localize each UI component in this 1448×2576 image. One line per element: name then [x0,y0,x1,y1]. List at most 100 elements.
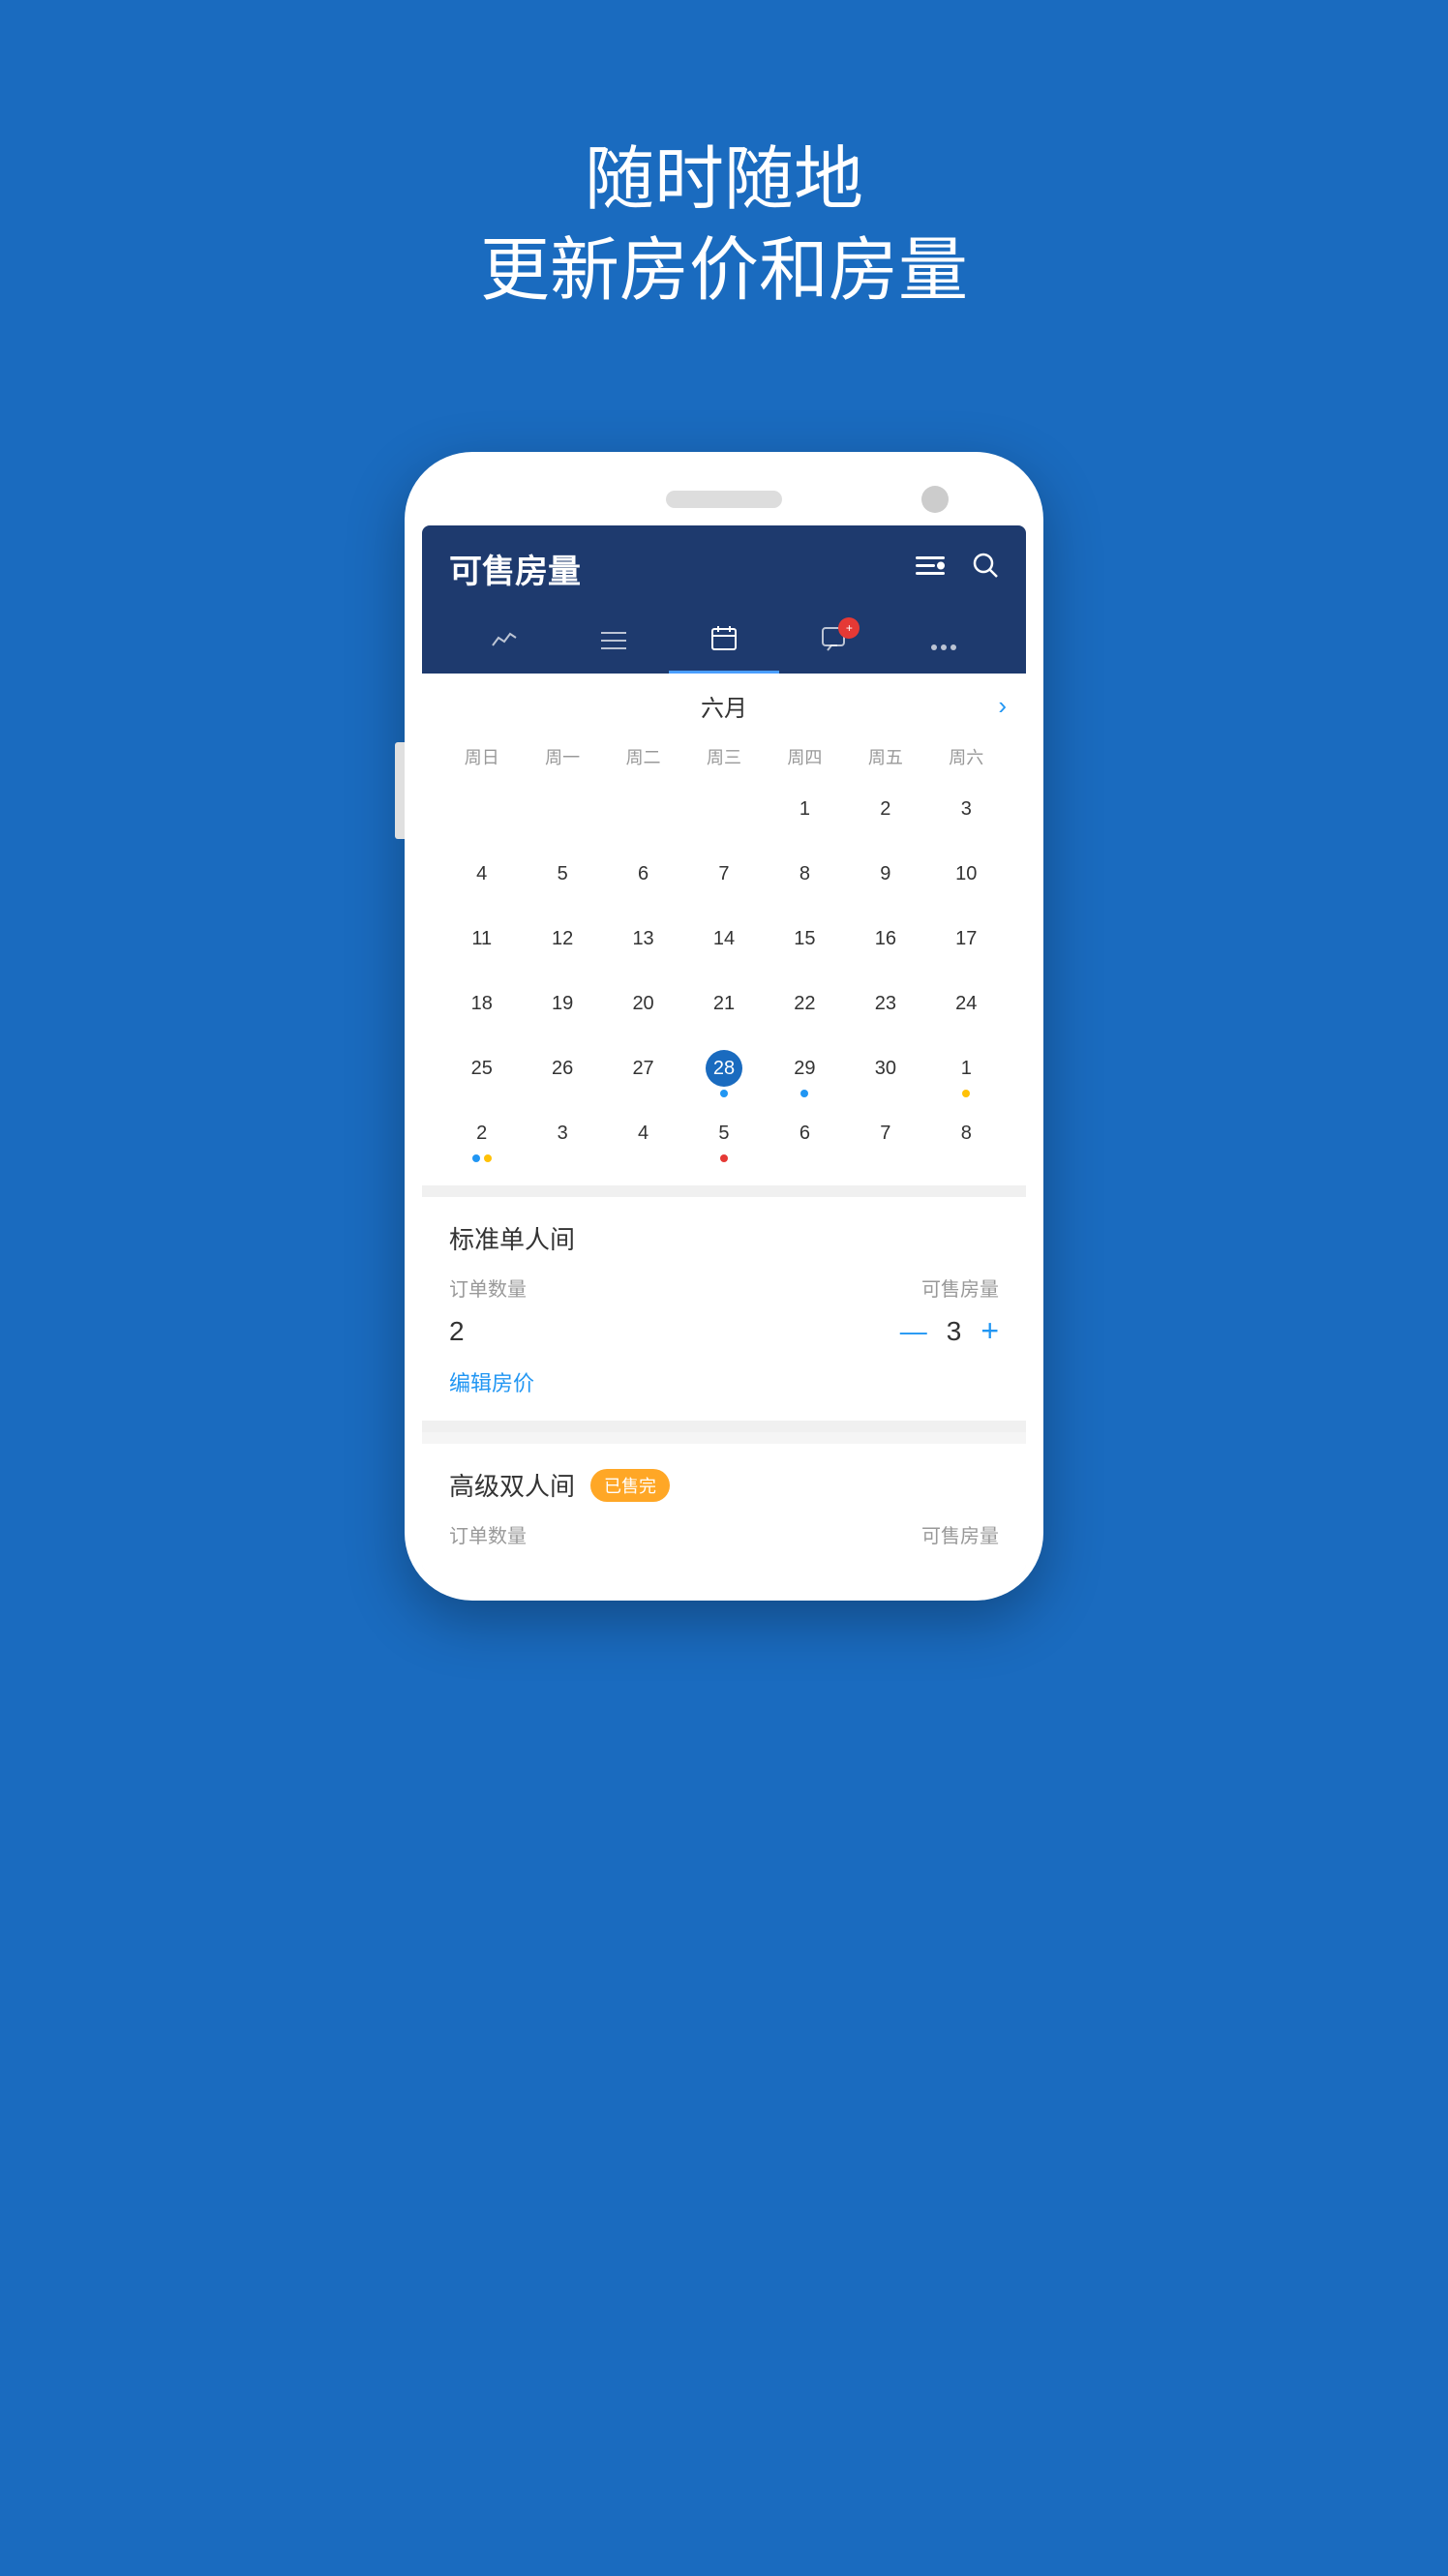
day-cell-28-today[interactable]: 28 [683,1044,764,1105]
tab-chat[interactable]: + [779,614,890,673]
chat-badge: + [838,617,860,639]
day-cell-9[interactable]: 9 [845,850,925,911]
phone-side-button [395,742,405,839]
weekday-thu: 周四 [765,738,845,775]
day-cell[interactable] [522,785,602,846]
hero-section: 随时随地 更新房价和房量 [480,135,968,316]
available-value-1: 3 [947,1316,962,1347]
day-cell-19[interactable]: 19 [522,979,602,1040]
day-cell-1[interactable]: 1 [765,785,845,846]
app-header: 可售房量 [422,525,1026,674]
room-name-2: 高级双人间 [449,1467,575,1503]
increase-button-1[interactable]: + [980,1313,999,1349]
day-cell-27[interactable]: 27 [603,1044,683,1105]
orders-value-1: 2 [449,1316,465,1347]
available-controls-1: 可售房量 [921,1273,999,1302]
day-cell-11[interactable]: 11 [441,914,522,975]
day-cell-next-4[interactable]: 4 [603,1109,683,1170]
room-header-2: 高级双人间 已售完 [449,1467,999,1503]
sold-out-badge: 已售完 [590,1469,670,1502]
day-cell-22[interactable]: 22 [765,979,845,1040]
weekday-sun: 周日 [441,738,522,775]
day-cell-next-1[interactable]: 1 [926,1044,1007,1105]
tab-list[interactable] [559,614,670,672]
decrease-button-1[interactable]: — [900,1316,927,1347]
day-cell-25[interactable]: 25 [441,1044,522,1105]
phone-mockup: 可售房量 [405,452,1043,1601]
header-icons [916,552,999,586]
edit-price-link-1[interactable]: 编辑房价 [449,1366,534,1397]
day-cell-6[interactable]: 6 [603,850,683,911]
day-cell-8[interactable]: 8 [765,850,845,911]
section-divider [422,1185,1026,1197]
room-section-1: 标准单人间 订单数量 可售房量 2 — 3 + 编辑房价 [422,1197,1026,1421]
calendar-month: 六月 [701,689,747,723]
day-cell-29[interactable]: 29 [765,1044,845,1105]
day-cell-next-6[interactable]: 6 [765,1109,845,1170]
weekday-tue: 周二 [603,738,683,775]
available-label-2: 可售房量 [921,1520,999,1548]
day-cell-30[interactable]: 30 [845,1044,925,1105]
day-cell-next-2[interactable]: 2 [441,1109,522,1170]
day-cell-next-3[interactable]: 3 [522,1109,602,1170]
phone-camera [921,486,949,513]
day-cell[interactable] [603,785,683,846]
hero-line2: 更新房价和房量 [480,226,968,317]
orders-label-1: 订单数量 [449,1273,527,1302]
day-cell-10[interactable]: 10 [926,850,1007,911]
quantity-controls-1: — 3 + [900,1313,999,1349]
app-screen: 可售房量 [422,525,1026,1572]
app-header-top: 可售房量 [449,545,999,592]
day-cell-14[interactable]: 14 [683,914,764,975]
day-cell-26[interactable]: 26 [522,1044,602,1105]
tab-bar: + [449,612,999,674]
search-icon[interactable] [972,552,999,586]
room-stats-2: 订单数量 可售房量 [449,1520,999,1548]
weekday-mon: 周一 [522,738,602,775]
calendar-section: 六月 › 周日 周一 周二 周三 周四 周五 周六 [422,674,1026,1185]
day-cell-12[interactable]: 12 [522,914,602,975]
day-cell-24[interactable]: 24 [926,979,1007,1040]
day-cell-next-5[interactable]: 5 [683,1109,764,1170]
day-cell-7[interactable]: 7 [683,850,764,911]
day-cell-13[interactable]: 13 [603,914,683,975]
calendar-days: 1 2 3 4 5 6 7 8 9 10 11 12 13 14 15 [441,785,1007,1170]
day-cell-16[interactable]: 16 [845,914,925,975]
tab-calendar[interactable] [669,612,779,674]
app-title: 可售房量 [449,545,581,592]
room-values-1: 2 — 3 + [449,1313,999,1349]
day-cell-5[interactable]: 5 [522,850,602,911]
room-section-2: 高级双人间 已售完 订单数量 可售房量 [422,1444,1026,1572]
section-divider-2 [422,1421,1026,1432]
day-cell-2[interactable]: 2 [845,785,925,846]
weekday-fri: 周五 [845,738,925,775]
day-cell[interactable] [683,785,764,846]
day-cell-20[interactable]: 20 [603,979,683,1040]
day-cell-3[interactable]: 3 [926,785,1007,846]
day-cell-17[interactable]: 17 [926,914,1007,975]
day-cell-18[interactable]: 18 [441,979,522,1040]
orders-label-2: 订单数量 [449,1520,527,1548]
hero-line1: 随时随地 [480,135,968,226]
day-cell-next-7[interactable]: 7 [845,1109,925,1170]
day-cell-4[interactable]: 4 [441,850,522,911]
day-cell-23[interactable]: 23 [845,979,925,1040]
filter-icon[interactable] [916,553,945,585]
room-name-1: 标准单人间 [449,1220,999,1256]
phone-top-bar [422,491,1026,508]
tab-more[interactable] [889,614,999,672]
weekday-sat: 周六 [926,738,1007,775]
room-stats-1: 订单数量 可售房量 [449,1273,999,1302]
calendar-header: 六月 › [441,689,1007,723]
calendar-weekdays: 周日 周一 周二 周三 周四 周五 周六 [441,738,1007,775]
day-cell-next-8[interactable]: 8 [926,1109,1007,1170]
calendar-grid: 周日 周一 周二 周三 周四 周五 周六 1 2 3 [441,738,1007,1170]
tab-trend[interactable] [449,614,559,672]
weekday-wed: 周三 [683,738,764,775]
phone-speaker [666,491,782,508]
day-cell[interactable] [441,785,522,846]
next-month-button[interactable]: › [998,691,1007,721]
day-cell-15[interactable]: 15 [765,914,845,975]
day-cell-21[interactable]: 21 [683,979,764,1040]
available-label-1: 可售房量 [921,1273,999,1302]
